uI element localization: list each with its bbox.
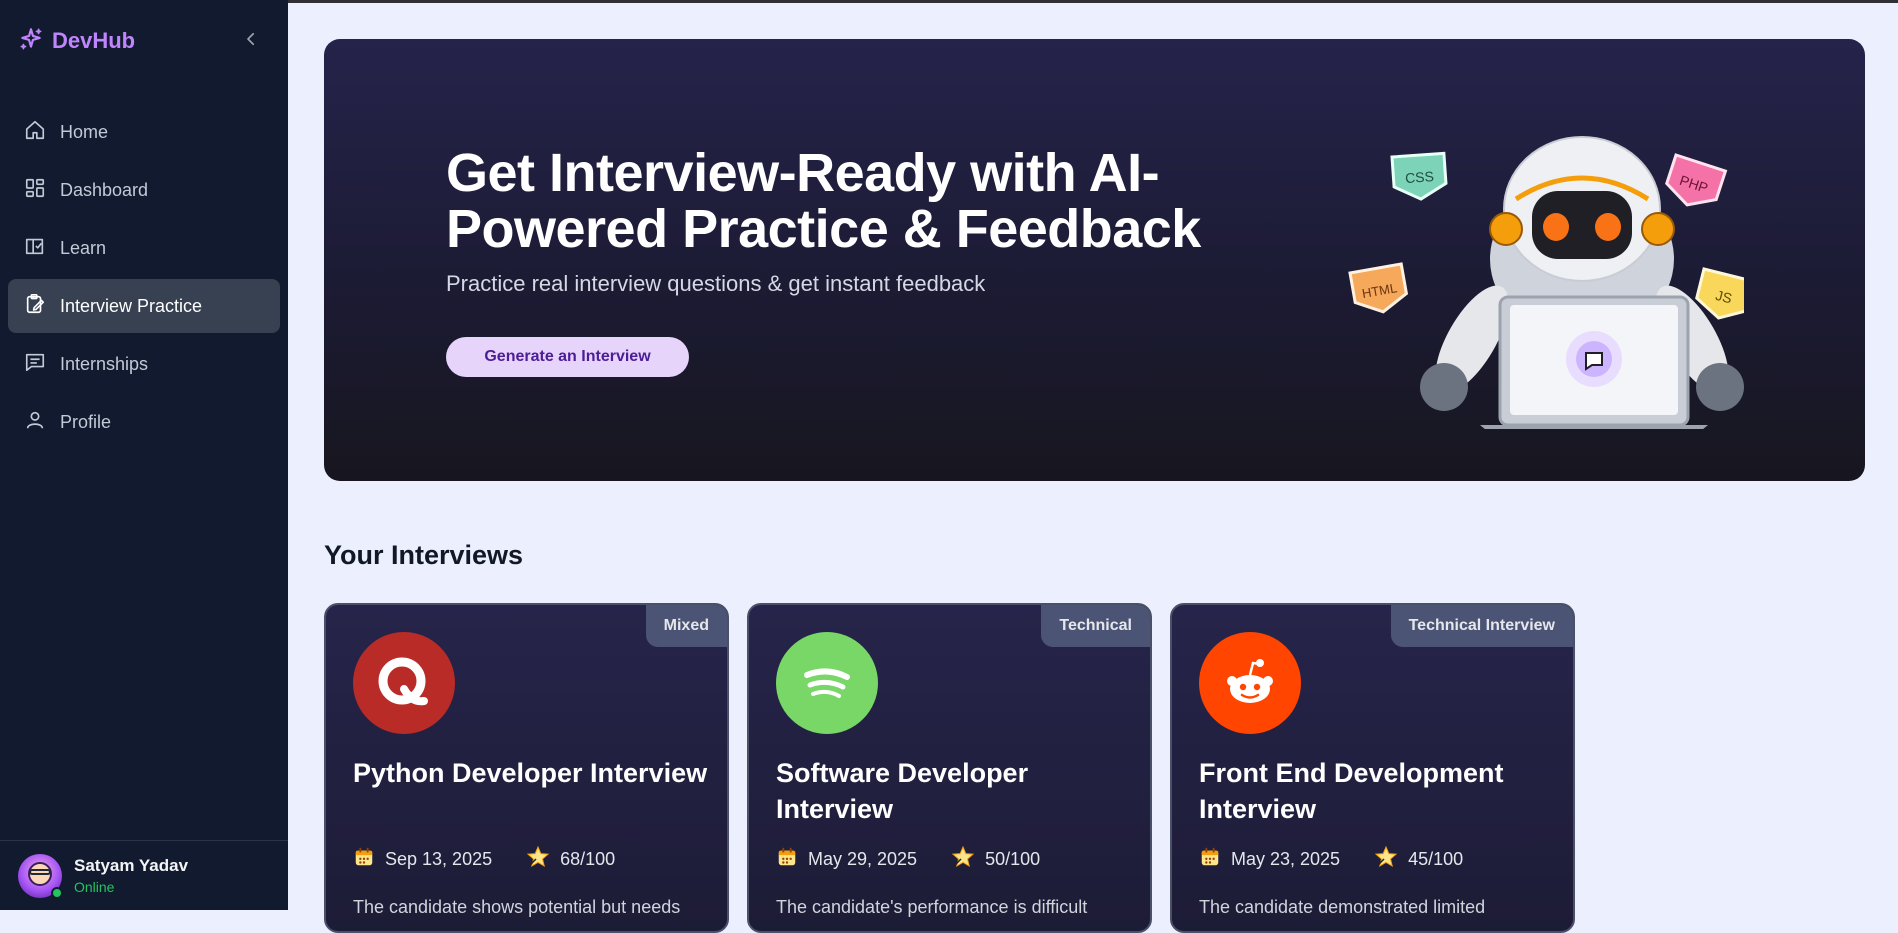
hero-subtitle: Practice real interview questions & get … — [446, 271, 986, 296]
interview-date: May 23, 2025 — [1231, 849, 1341, 869]
generate-interview-button[interactable]: Generate an Interview — [446, 337, 689, 377]
collapse-sidebar-button[interactable] — [238, 26, 264, 56]
user-profile-area[interactable]: Satyam Yadav Online — [0, 840, 288, 910]
spotify-logo-icon — [776, 632, 878, 734]
chevron-left-icon — [242, 30, 260, 53]
interview-card[interactable]: Technical Software Developer Interview M… — [747, 603, 1152, 933]
sidebar: DevHub Home Dashboard Learn Interview Pr… — [0, 0, 288, 910]
interview-card[interactable]: Mixed Python Developer Interview Sep 13,… — [324, 603, 729, 933]
dashboard-icon — [24, 177, 46, 204]
avatar-glasses — [29, 868, 51, 875]
html-sticker: HTML — [1348, 262, 1409, 314]
interview-type-badge: Technical Interview — [1390, 605, 1573, 647]
home-icon — [24, 119, 46, 146]
user-icon — [24, 409, 46, 436]
interview-meta: May 29, 2025 50/100 — [776, 845, 1040, 874]
interview-meta: May 23, 2025 45/100 — [1199, 845, 1463, 874]
svg-text:CSS: CSS — [1405, 168, 1435, 186]
php-sticker: PHP — [1665, 153, 1728, 207]
sparkle-icon — [18, 26, 44, 57]
book-icon — [24, 235, 46, 262]
interview-score: 68/100 — [560, 849, 616, 869]
interview-card[interactable]: Technical Interview Front End Developmen… — [1170, 603, 1575, 933]
sidebar-item-label: Internships — [60, 353, 149, 374]
interview-description: The candidate demonstrated limited — [1199, 897, 1486, 917]
sidebar-item-internships[interactable]: Internships — [8, 337, 280, 391]
brand-name: DevHub — [52, 28, 136, 53]
sidebar-item-dashboard[interactable]: Dashboard — [8, 163, 280, 217]
robot-laptop-illustration: CSS PHP HTML JS — [1348, 136, 1744, 429]
sidebar-item-label: Profile — [60, 411, 112, 432]
sidebar-item-label: Learn — [60, 237, 107, 258]
online-status-dot — [51, 886, 63, 899]
calendar-icon — [1199, 846, 1221, 873]
reddit-logo-icon — [1199, 632, 1301, 734]
star-icon — [526, 845, 550, 874]
interview-type-badge: Mixed — [645, 605, 727, 647]
sidebar-item-label: Dashboard — [60, 179, 149, 200]
sidebar-item-learn[interactable]: Learn — [8, 221, 280, 275]
sidebar-item-interview-practice[interactable]: Interview Practice — [8, 279, 280, 333]
hero-banner: Get Interview-Ready with AI-Powered Prac… — [324, 39, 1865, 481]
calendar-icon — [776, 846, 798, 873]
interview-date: Sep 13, 2025 — [385, 849, 493, 869]
sidebar-item-home[interactable]: Home — [8, 105, 280, 159]
interview-title: Software Developer Interview — [776, 758, 1029, 824]
interview-description: The candidate's performance is difficult — [776, 897, 1088, 917]
star-icon — [951, 845, 975, 874]
interview-score: 45/100 — [1408, 849, 1464, 869]
user-info: Satyam Yadav Online — [74, 856, 188, 895]
star-icon — [1374, 845, 1398, 874]
interview-description: The candidate shows potential but needs — [353, 897, 681, 917]
interview-title: Python Developer Interview — [353, 758, 708, 788]
sidebar-nav: Home Dashboard Learn Interview Practice … — [8, 105, 280, 453]
hero-title: Get Interview-Ready with AI-Powered Prac… — [446, 143, 1201, 259]
interview-date: May 29, 2025 — [808, 849, 918, 869]
interview-score: 50/100 — [985, 849, 1041, 869]
calendar-icon — [353, 846, 375, 873]
sidebar-item-profile[interactable]: Profile — [8, 395, 280, 449]
user-status: Online — [74, 879, 115, 895]
interview-meta: Sep 13, 2025 68/100 — [353, 845, 615, 874]
avatar[interactable] — [18, 853, 63, 899]
quora-logo-icon — [353, 632, 455, 734]
clipboard-edit-icon — [24, 293, 46, 320]
interview-type-badge: Technical — [1041, 605, 1150, 647]
brand-logo[interactable]: DevHub — [18, 26, 135, 56]
user-name: Satyam Yadav — [74, 856, 189, 875]
css-sticker: CSS — [1390, 151, 1448, 201]
section-title-your-interviews: Your Interviews — [324, 540, 524, 570]
sidebar-item-label: Interview Practice — [60, 295, 203, 316]
message-lines-icon — [24, 351, 46, 378]
interview-title: Front End Development Interview — [1199, 758, 1504, 824]
sidebar-item-label: Home — [60, 121, 109, 142]
